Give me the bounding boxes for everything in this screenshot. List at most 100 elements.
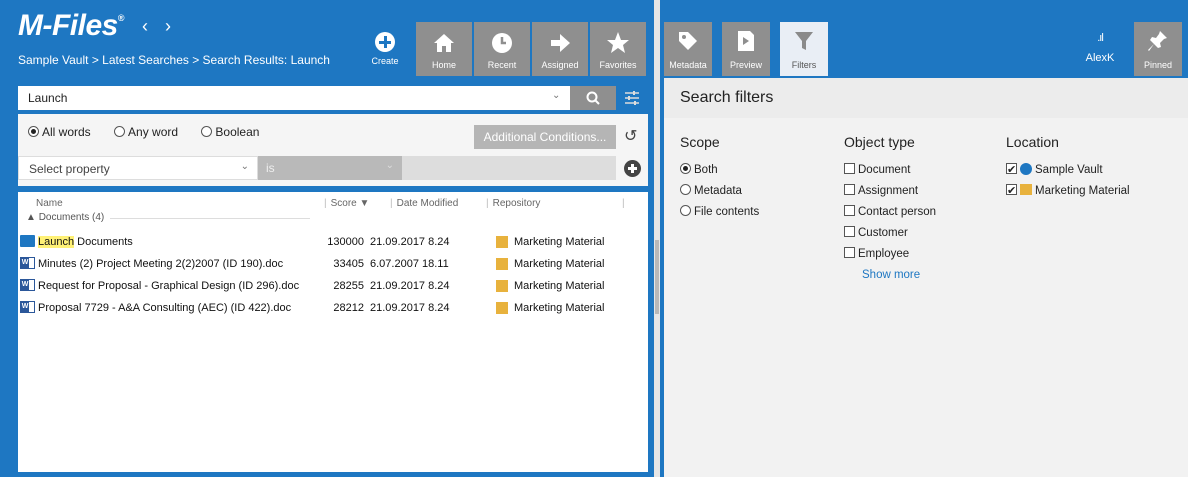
search-icon <box>586 91 600 105</box>
scope-heading: Scope <box>680 134 720 150</box>
row-score: 28255 <box>333 280 364 292</box>
column-header-date-modified[interactable]: | Date Modified <box>390 198 458 209</box>
chevron-down-icon: ⌄ <box>385 160 394 171</box>
additional-conditions-button[interactable]: Additional Conditions... <box>474 125 616 149</box>
repository-icon <box>496 302 508 314</box>
vault-icon <box>1020 163 1032 175</box>
radio-icon <box>680 184 691 195</box>
word-doc-icon <box>20 279 35 291</box>
group-header[interactable]: ▲ Documents (4) <box>26 212 104 223</box>
search-button[interactable] <box>570 86 616 110</box>
checkbox-icon <box>844 226 855 237</box>
radio-any-word[interactable]: Any word <box>114 125 188 139</box>
tab-pinned[interactable]: Pinned <box>1134 22 1182 76</box>
row-date: 6.07.2007 18.11 <box>370 258 449 270</box>
tab-home[interactable]: Home <box>416 22 472 76</box>
location-heading: Location <box>1006 134 1059 150</box>
condition-value-field[interactable] <box>402 156 616 180</box>
row-date: 21.09.2017 8.24 <box>370 236 450 248</box>
pane-splitter[interactable] <box>654 0 660 477</box>
sliders-icon[interactable] <box>624 90 640 109</box>
row-date: 21.09.2017 8.24 <box>370 302 450 314</box>
scope-option-metadata[interactable]: Metadata <box>680 181 759 202</box>
repository-icon <box>1020 184 1032 195</box>
column-header-name[interactable]: Name <box>36 198 63 209</box>
object-type-assignment[interactable]: Assignment <box>844 181 936 202</box>
column-header-end: | <box>622 198 625 209</box>
tab-metadata[interactable]: Metadata <box>664 22 712 76</box>
group-divider <box>110 218 310 219</box>
create-button[interactable]: Create <box>366 28 404 66</box>
row-repository: Marketing Material <box>514 302 605 314</box>
word-doc-icon <box>20 301 35 313</box>
user-menu[interactable]: .ıl AlexK <box>1070 32 1130 64</box>
filters-title: Search filters <box>680 89 774 106</box>
table-row[interactable]: Proposal 7729 - A&A Consulting (AEC) (ID… <box>18 298 648 320</box>
checkbox-checked-icon <box>1006 160 1017 181</box>
radio-selected-icon <box>28 126 39 137</box>
tab-favorites[interactable]: Favorites <box>590 22 646 76</box>
location-filter: Location Sample Vault Marketing Material <box>1006 134 1130 202</box>
table-row[interactable]: Minutes (2) Project Meeting 2(2)2007 (ID… <box>18 254 648 276</box>
tab-preview[interactable]: Preview <box>722 22 770 76</box>
chevron-down-icon[interactable]: ⌄ <box>552 90 560 101</box>
tab-recent[interactable]: Recent <box>474 22 530 76</box>
reset-icon[interactable]: ↺ <box>624 126 637 146</box>
select-property-dropdown[interactable]: Select property ⌄ <box>18 156 258 180</box>
clock-icon <box>474 28 530 58</box>
play-doc-icon <box>738 31 754 51</box>
location-marketing-material[interactable]: Marketing Material <box>1006 181 1130 202</box>
results-list: Name | Score ▼ | Date Modified | Repository… <box>18 192 648 472</box>
row-date: 21.09.2017 8.24 <box>370 280 450 292</box>
search-mode-group: All words Any word Boolean <box>28 125 279 139</box>
radio-all-words[interactable]: All words <box>28 125 101 139</box>
row-name: Minutes (2) Project Meeting 2(2)2007 (ID… <box>38 258 284 270</box>
object-type-employee[interactable]: Employee <box>844 244 936 265</box>
home-icon <box>416 28 472 58</box>
operator-dropdown[interactable]: is ⌄ <box>258 156 402 180</box>
object-type-document[interactable]: Document <box>844 160 936 181</box>
folder-icon <box>20 235 35 247</box>
row-score: 130000 <box>327 236 364 248</box>
repository-icon <box>496 258 508 270</box>
row-score: 28212 <box>333 302 364 314</box>
scope-option-file-contents[interactable]: File contents <box>680 202 759 223</box>
radio-boolean[interactable]: Boolean <box>201 125 269 139</box>
row-repository: Marketing Material <box>514 236 605 248</box>
pin-icon <box>1148 31 1167 51</box>
nav-arrows[interactable]: ‹ › <box>142 16 177 37</box>
search-input[interactable]: Launch ⌄ <box>18 86 616 110</box>
radio-icon <box>114 126 126 137</box>
chevron-down-icon: ⌄ <box>240 161 249 172</box>
app-logo: M-Files® <box>18 9 125 42</box>
breadcrumb: Sample Vault > Latest Searches > Search … <box>18 53 330 67</box>
tab-assigned[interactable]: Assigned <box>532 22 588 76</box>
arrow-right-icon <box>532 28 588 58</box>
row-name: Request for Proposal - Graphical Design … <box>38 280 300 292</box>
column-header-score[interactable]: | Score ▼ <box>324 198 369 209</box>
location-sample-vault[interactable]: Sample Vault <box>1006 160 1130 181</box>
radio-selected-icon <box>680 163 691 174</box>
filters-header: Search filters <box>664 78 1188 118</box>
add-condition-icon[interactable] <box>624 160 641 177</box>
signal-icon: .ıl <box>1097 32 1104 44</box>
plus-circle-icon <box>375 32 395 52</box>
scope-filter: Scope Both Metadata File contents <box>680 134 759 223</box>
object-type-customer[interactable]: Customer <box>844 223 936 244</box>
row-repository: Marketing Material <box>514 258 605 270</box>
repository-icon <box>496 236 508 248</box>
splitter-grip[interactable] <box>655 240 659 314</box>
table-row[interactable]: Request for Proposal - Graphical Design … <box>18 276 648 298</box>
column-header-repository[interactable]: | Repository <box>486 198 540 209</box>
checkbox-icon <box>844 163 855 174</box>
checkbox-icon <box>844 205 855 216</box>
row-name: Proposal 7729 - A&A Consulting (AEC) (ID… <box>38 302 292 314</box>
repository-icon <box>496 280 508 292</box>
tab-filters[interactable]: Filters <box>780 22 828 76</box>
show-more-link[interactable]: Show more <box>862 265 936 286</box>
object-type-heading: Object type <box>844 134 915 150</box>
object-type-contact-person[interactable]: Contact person <box>844 202 936 223</box>
word-doc-icon <box>20 257 35 269</box>
scope-option-both[interactable]: Both <box>680 160 759 181</box>
table-row[interactable]: Launch Documents 130000 21.09.2017 8.24 … <box>18 232 648 254</box>
